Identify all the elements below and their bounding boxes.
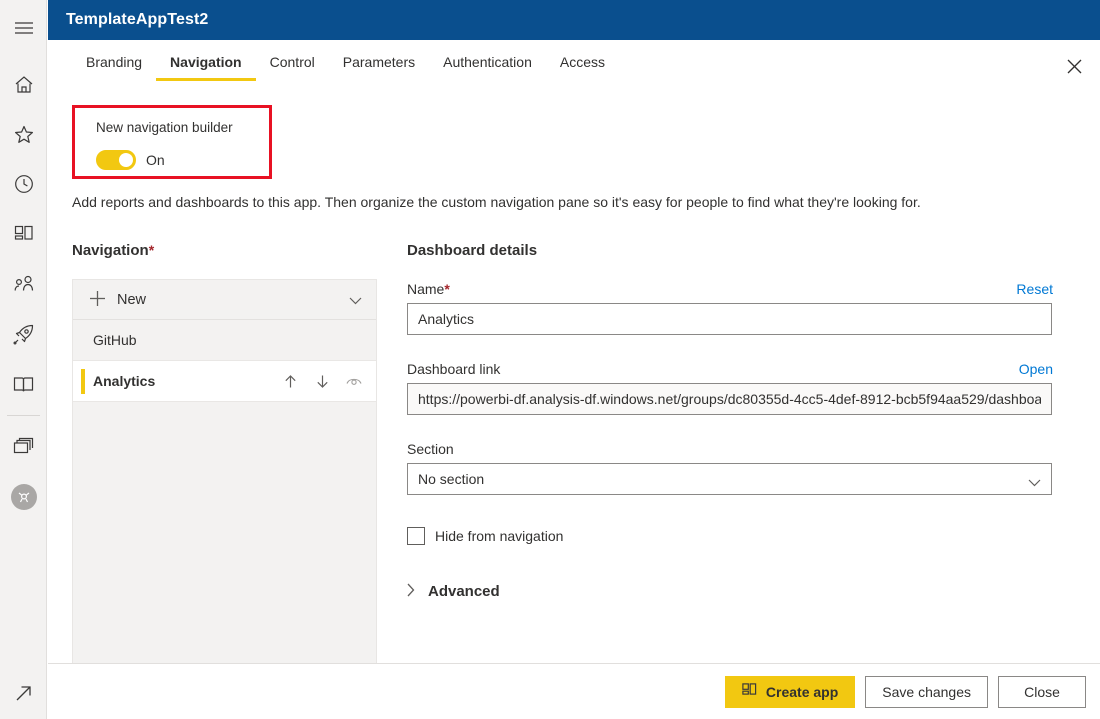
section-label: Section	[407, 441, 1053, 457]
new-navigation-builder-toggle[interactable]	[96, 150, 136, 170]
dashboard-link-label: Dashboard link	[407, 361, 1053, 377]
hide-from-navigation-checkbox[interactable]	[407, 527, 425, 545]
chevron-down-icon[interactable]	[349, 292, 362, 308]
tabs-container: BrandingNavigationControlParametersAuthe…	[72, 50, 619, 81]
main-content: New navigation builder On Add reports an…	[48, 86, 1100, 663]
tab-parameters[interactable]: Parameters	[329, 50, 429, 81]
favorites-star-icon[interactable]	[0, 111, 47, 157]
section-select-value: No section	[418, 471, 484, 487]
navigation-item-actions	[282, 373, 362, 389]
name-reset-link[interactable]: Reset	[1016, 281, 1053, 297]
app-root: TemplateAppTest2 BrandingNavigationContr…	[0, 0, 1100, 719]
navigation-list: New GitHub Analytics	[72, 279, 377, 663]
intro-text: Add reports and dashboards to this app. …	[72, 194, 921, 210]
rail-divider	[7, 415, 40, 416]
new-item-button[interactable]: New	[73, 280, 376, 320]
move-down-icon[interactable]	[314, 373, 330, 389]
hide-from-navigation-label: Hide from navigation	[435, 528, 563, 544]
hide-from-navigation-checkbox-row[interactable]: Hide from navigation	[407, 527, 1053, 545]
shared-with-me-icon[interactable]	[0, 261, 47, 307]
plus-icon	[89, 290, 106, 310]
recent-clock-icon[interactable]	[0, 161, 47, 207]
tab-control[interactable]: Control	[256, 50, 329, 81]
hamburger-icon[interactable]	[0, 5, 47, 51]
tab-navigation[interactable]: Navigation	[156, 50, 256, 81]
tab-branding[interactable]: Branding	[72, 50, 156, 81]
tab-authentication[interactable]: Authentication	[429, 50, 546, 81]
home-icon[interactable]	[0, 61, 47, 107]
close-icon[interactable]	[1058, 50, 1090, 82]
visibility-eye-icon[interactable]	[346, 373, 362, 389]
close-button[interactable]: Close	[998, 676, 1086, 708]
name-input[interactable]	[407, 303, 1052, 335]
tab-access[interactable]: Access	[546, 50, 619, 81]
create-app-button[interactable]: Create app	[725, 676, 855, 708]
new-navigation-builder-label: New navigation builder	[96, 120, 233, 135]
chevron-right-icon	[407, 583, 415, 600]
new-navigation-builder-toggle-row: On	[96, 150, 165, 170]
deployment-rocket-icon[interactable]	[0, 311, 47, 357]
advanced-section-toggle[interactable]: Advanced	[407, 583, 1053, 600]
avatar	[11, 484, 37, 510]
dialog-footer: Create app Save changes Close	[48, 663, 1100, 719]
dashboard-link-open-link[interactable]: Open	[1019, 361, 1053, 377]
toggle-knob	[119, 153, 133, 167]
new-item-label: New	[117, 292, 146, 308]
navigation-column: Navigation*	[72, 242, 380, 259]
details-column: Dashboard details Name* Reset Dashboard …	[407, 242, 1053, 600]
workspaces-icon[interactable]	[0, 424, 47, 470]
toggle-state-label: On	[146, 152, 165, 168]
learn-book-icon[interactable]	[0, 361, 47, 407]
navigation-items-host: GitHub Analytics	[73, 320, 376, 402]
app-header: TemplateAppTest2	[48, 0, 1100, 40]
new-navigation-builder-callout: New navigation builder On	[72, 105, 272, 179]
advanced-label: Advanced	[428, 583, 500, 600]
navigation-list-item[interactable]: GitHub	[73, 320, 376, 361]
name-field-group: Name* Reset	[407, 281, 1053, 335]
apps-grid-icon[interactable]	[0, 211, 47, 257]
details-heading: Dashboard details	[407, 242, 537, 259]
navigation-heading: Navigation	[72, 242, 149, 259]
navigation-list-item-label: GitHub	[93, 332, 137, 348]
navigation-list-item-label: Analytics	[93, 373, 155, 389]
section-field-group: Section No section	[407, 441, 1053, 495]
save-changes-button[interactable]: Save changes	[865, 676, 988, 708]
left-nav-rail	[0, 0, 47, 719]
page-title: TemplateAppTest2	[66, 11, 208, 29]
name-label: Name*	[407, 281, 1053, 297]
dashboard-link-field-group: Dashboard link Open	[407, 361, 1053, 415]
tab-bar: BrandingNavigationControlParametersAuthe…	[48, 40, 1100, 86]
create-app-icon	[742, 683, 757, 700]
navigation-list-item[interactable]: Analytics	[73, 361, 376, 402]
create-app-label: Create app	[766, 684, 838, 700]
dashboard-link-input[interactable]	[407, 383, 1052, 415]
expand-arrow-icon[interactable]	[0, 673, 47, 713]
move-up-icon[interactable]	[282, 373, 298, 389]
section-select[interactable]: No section	[407, 463, 1052, 495]
workspace-avatar-icon[interactable]	[0, 474, 47, 520]
navigation-required-marker: *	[149, 242, 154, 258]
